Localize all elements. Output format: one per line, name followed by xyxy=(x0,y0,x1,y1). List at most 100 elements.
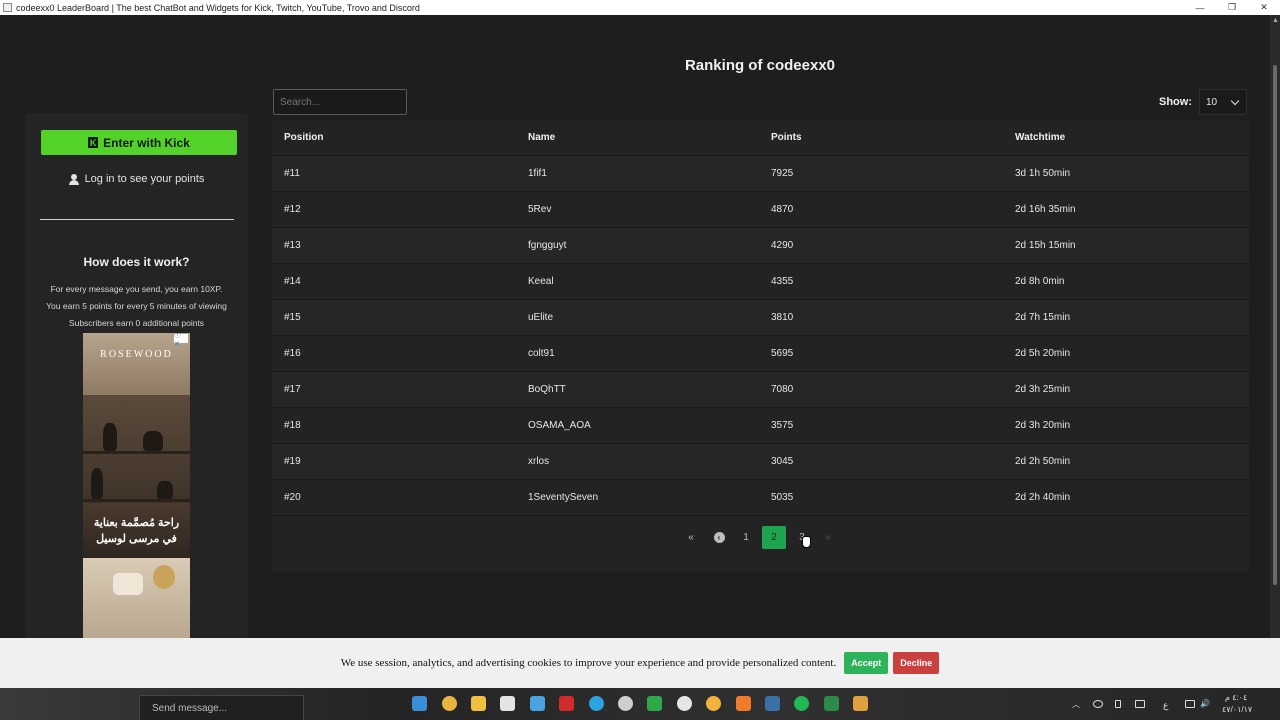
show-count-select[interactable]: 10 xyxy=(1199,89,1247,115)
telegram-icon[interactable] xyxy=(530,696,545,711)
clock-date[interactable]: ٤٧/٠١/١٧ xyxy=(1222,705,1252,714)
sidebar: K Enter with Kick Log in to see your poi… xyxy=(25,113,248,638)
cell-position: #16 xyxy=(284,348,301,359)
scrollbar-thumb[interactable] xyxy=(1273,65,1277,585)
volume-icon[interactable]: 🔊 xyxy=(1200,699,1210,708)
leaderboard-table: Position Name Points Watchtime #11 1fif1 7… xyxy=(272,120,1249,572)
obs-icon[interactable] xyxy=(677,696,692,711)
excel-icon[interactable] xyxy=(824,696,839,711)
advertisement[interactable]: ROSEWOOD ⓘ ✕ راحة مُصمَّمة بعناية في مرس… xyxy=(83,333,190,638)
page-title: Ranking of codeexx0 xyxy=(684,57,836,74)
cell-points: 5695 xyxy=(771,348,794,359)
enter-with-kick-button[interactable]: K Enter with Kick xyxy=(41,130,237,155)
xbox-icon[interactable] xyxy=(647,696,662,711)
cell-name: colt91 xyxy=(528,348,555,359)
clock-time[interactable]: ٤:٠٤ م xyxy=(1225,693,1247,702)
cell-position: #15 xyxy=(284,312,301,323)
cell-points: 4355 xyxy=(771,276,794,287)
cell-position: #12 xyxy=(284,204,301,215)
spotify-icon[interactable] xyxy=(794,696,809,711)
sidebar-divider xyxy=(40,219,234,220)
cell-name: uElite xyxy=(528,312,554,323)
scroll-up-icon[interactable]: ▲ xyxy=(1272,17,1279,24)
pagination: « ‹ 1 2 3 » xyxy=(272,522,1249,552)
cookie-text: We use session, analytics, and advertisi… xyxy=(340,657,837,669)
cell-watchtime: 2d 2h 40min xyxy=(1015,492,1071,503)
file-explorer-icon[interactable] xyxy=(471,696,486,711)
netflix-icon[interactable] xyxy=(559,696,574,711)
user-icon xyxy=(68,173,79,185)
table-row: #11 1fif1 7925 3d 1h 50min xyxy=(272,156,1249,192)
window-titlebar: codeexx0 LeaderBoard | The best ChatBot … xyxy=(0,0,1280,15)
microphone-icon[interactable] xyxy=(1115,700,1121,708)
table-row: #20 1SeventySeven 5035 2d 2h 40min xyxy=(272,480,1249,516)
ad-vase xyxy=(91,468,103,499)
cell-position: #18 xyxy=(284,420,301,431)
cell-name: 1fif1 xyxy=(528,168,547,179)
table-row: #12 5Rev 4870 2d 16h 35min xyxy=(272,192,1249,228)
keyboard-icon[interactable] xyxy=(1135,700,1145,708)
windows-start-icon[interactable] xyxy=(412,696,427,711)
steelseries-icon[interactable] xyxy=(618,696,633,711)
cell-name: BoQhTT xyxy=(528,384,566,395)
last-page-button[interactable]: » xyxy=(818,526,838,549)
cell-points: 3575 xyxy=(771,420,794,431)
cell-position: #20 xyxy=(284,492,301,503)
app-icon xyxy=(3,3,12,12)
emoji-app-icon[interactable] xyxy=(706,696,721,711)
cell-watchtime: 2d 15h 15min xyxy=(1015,240,1076,251)
store-icon[interactable] xyxy=(500,696,515,711)
prev-page-button[interactable]: ‹ xyxy=(709,526,729,549)
search-input[interactable] xyxy=(273,89,407,115)
ad-text-band xyxy=(83,503,190,558)
minimize-button[interactable]: — xyxy=(1184,0,1216,15)
cookie-banner: We use session, analytics, and advertisi… xyxy=(0,638,1280,688)
network-icon[interactable] xyxy=(1185,700,1195,708)
table-row: #18 OSAMA_AOA 3575 2d 3h 20min xyxy=(272,408,1249,444)
cell-name: Keeal xyxy=(528,276,554,287)
ad-choices-icon[interactable]: ⓘ ✕ xyxy=(174,333,188,348)
header-points[interactable]: Points xyxy=(771,132,802,143)
header-watchtime[interactable]: Watchtime xyxy=(1015,132,1065,143)
cell-points: 4290 xyxy=(771,240,794,251)
page-1-button[interactable]: 1 xyxy=(736,526,756,549)
send-message-input[interactable]: Send message... xyxy=(139,695,304,720)
mouse-cursor xyxy=(802,536,811,548)
gamepad-icon[interactable] xyxy=(853,696,868,711)
header-name[interactable]: Name xyxy=(528,132,555,143)
cell-watchtime: 3d 1h 50min xyxy=(1015,168,1071,179)
cell-name: OSAMA_AOA xyxy=(528,420,591,431)
tray-app-icon[interactable] xyxy=(1093,700,1103,708)
cell-position: #19 xyxy=(284,456,301,467)
tray-chevron-up-icon[interactable]: ︿ xyxy=(1072,699,1080,710)
login-link[interactable]: Log in to see your points xyxy=(25,173,248,185)
input-language[interactable]: ع xyxy=(1163,700,1168,711)
login-link-label: Log in to see your points xyxy=(84,173,205,185)
page-scrollbar[interactable]: ▲ xyxy=(1270,15,1280,638)
chevron-left-icon: ‹ xyxy=(713,532,725,543)
chrome-icon[interactable] xyxy=(442,696,457,711)
decline-cookies-button[interactable]: Decline xyxy=(893,652,940,674)
steam-icon[interactable] xyxy=(765,696,780,711)
ad-vase xyxy=(103,423,117,451)
table-row: #16 colt91 5695 2d 5h 20min xyxy=(272,336,1249,372)
close-button[interactable]: ✕ xyxy=(1248,0,1280,15)
kick-button-label: Enter with Kick xyxy=(103,135,190,150)
restore-button[interactable]: ❐ xyxy=(1216,0,1248,15)
ad-arabic-line2: في مرسى لوسيل xyxy=(96,533,177,545)
header-position[interactable]: Position xyxy=(284,132,323,143)
telegram-desktop-icon[interactable] xyxy=(589,696,604,711)
table-header: Position Name Points Watchtime xyxy=(272,120,1249,156)
cell-watchtime: 2d 8h 0min xyxy=(1015,276,1065,287)
table-row: #17 BoQhTT 7080 2d 3h 25min xyxy=(272,372,1249,408)
cell-points: 3045 xyxy=(771,456,794,467)
vlc-icon[interactable] xyxy=(736,696,751,711)
accept-cookies-button[interactable]: Accept xyxy=(844,652,889,674)
ad-vase xyxy=(143,431,163,451)
first-page-button[interactable]: « xyxy=(681,526,701,549)
ad-vase xyxy=(157,481,173,499)
how-line-subscribers: Subscribers earn 0 additional points xyxy=(68,318,205,328)
page-2-button[interactable]: 2 xyxy=(762,526,786,549)
page: Ranking of codeexx0 K Enter with Kick Lo… xyxy=(0,15,1270,638)
cell-points: 3810 xyxy=(771,312,794,323)
